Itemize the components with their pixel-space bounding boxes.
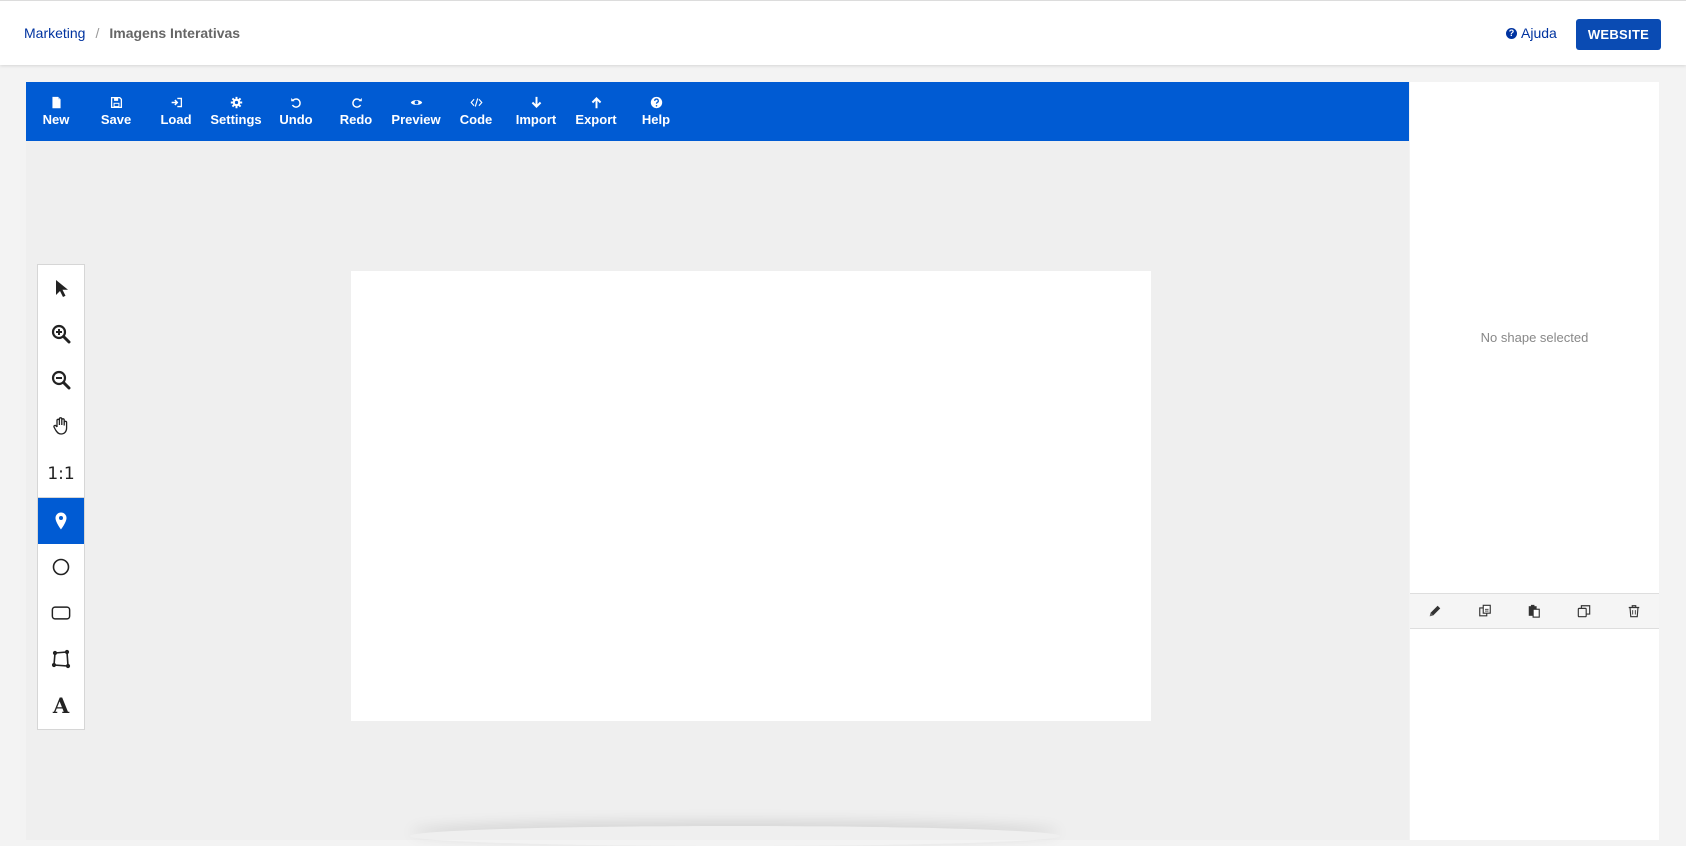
settings-button[interactable]: Settings: [206, 82, 266, 141]
undo-icon: [290, 98, 301, 108]
no-shape-message: No shape selected: [1480, 330, 1589, 345]
shape-actions-toolbar: [1410, 593, 1659, 629]
delete-shape-button[interactable]: [1619, 596, 1649, 626]
save-label: Save: [100, 112, 132, 127]
redo-icon: [351, 98, 362, 108]
rectangle-tool[interactable]: [38, 590, 84, 636]
code-button[interactable]: Code: [446, 82, 506, 141]
pencil-icon: [1429, 605, 1441, 617]
website-button[interactable]: WEBSITE: [1576, 19, 1661, 50]
circle-tool[interactable]: [38, 544, 84, 590]
help-label: Help: [641, 112, 671, 127]
undo-button[interactable]: Undo: [266, 82, 326, 141]
question-icon: [650, 96, 662, 109]
copy-style-button[interactable]: [1470, 596, 1500, 626]
select-tool[interactable]: [38, 265, 84, 311]
new-label: New: [42, 112, 70, 127]
paste-icon: [1529, 604, 1541, 618]
new-button[interactable]: New: [26, 82, 86, 141]
cursor-arrow-icon: [56, 280, 68, 297]
pan-tool[interactable]: [38, 403, 84, 449]
help-link[interactable]: ? Ajuda: [1506, 25, 1557, 41]
save-button[interactable]: Save: [86, 82, 146, 141]
circle-icon: [52, 558, 70, 576]
eye-icon: [410, 100, 422, 105]
breadcrumb-separator: /: [95, 25, 100, 41]
zoom-out-tool[interactable]: [38, 357, 84, 403]
preview-label: Preview: [391, 112, 441, 127]
polygon-icon: [51, 649, 71, 669]
zoom-in-tool[interactable]: [38, 311, 84, 357]
hand-icon: [53, 417, 68, 435]
load-label: Load: [160, 112, 192, 127]
export-button[interactable]: Export: [566, 82, 626, 141]
rounded-rectangle-icon: [51, 606, 71, 620]
settings-label: Settings: [210, 112, 262, 127]
duplicate-shape-button[interactable]: [1569, 596, 1599, 626]
paste-style-button[interactable]: [1519, 596, 1549, 626]
edit-shape-button[interactable]: [1420, 596, 1450, 626]
redo-label: Redo: [339, 112, 373, 127]
sign-in-icon: [171, 97, 182, 108]
import-label: Import: [515, 112, 557, 127]
trash-icon: [1628, 605, 1640, 618]
gear-icon: [230, 96, 242, 109]
zoom-reset-label: 1:1: [47, 464, 75, 484]
code-icon: [469, 98, 483, 107]
breadcrumb: Marketing / Imagens Interativas: [24, 25, 240, 41]
question-circle-icon: ?: [1506, 27, 1517, 39]
code-label: Code: [459, 112, 493, 127]
copy-style-icon: [1478, 604, 1491, 617]
breadcrumb-current: Imagens Interativas: [109, 25, 241, 41]
help-link-label: Ajuda: [1521, 25, 1557, 41]
zoom-in-icon: [51, 324, 71, 344]
top-header: Marketing / Imagens Interativas ? Ajuda …: [0, 0, 1686, 65]
help-button[interactable]: Help: [626, 82, 686, 141]
canvas-shadow: [410, 826, 1060, 846]
redo-button[interactable]: Redo: [326, 82, 386, 141]
zoom-reset-tool[interactable]: 1:1: [38, 451, 84, 497]
arrow-up-icon: [591, 97, 601, 109]
map-marker-icon: [55, 512, 67, 530]
text-tool[interactable]: A: [38, 682, 84, 728]
main-toolbar: New Save Load Settings Undo Redo Preview…: [26, 82, 1409, 141]
arrow-down-icon: [531, 96, 541, 108]
load-button[interactable]: Load: [146, 82, 206, 141]
text-tool-label: A: [52, 692, 70, 718]
image-canvas[interactable]: [351, 271, 1151, 721]
file-icon: [51, 96, 61, 109]
import-button[interactable]: Import: [506, 82, 566, 141]
export-label: Export: [575, 112, 617, 127]
properties-sidebar: No shape selected: [1410, 82, 1659, 840]
preview-button[interactable]: Preview: [386, 82, 446, 141]
spot-tool[interactable]: [38, 498, 84, 544]
tool-palette: 1:1 A: [37, 264, 85, 730]
undo-label: Undo: [279, 112, 313, 127]
floppy-icon: [110, 96, 122, 109]
polygon-tool[interactable]: [38, 636, 84, 682]
clone-icon: [1578, 605, 1591, 618]
breadcrumb-marketing-link[interactable]: Marketing: [24, 25, 85, 41]
zoom-out-icon: [51, 370, 71, 390]
